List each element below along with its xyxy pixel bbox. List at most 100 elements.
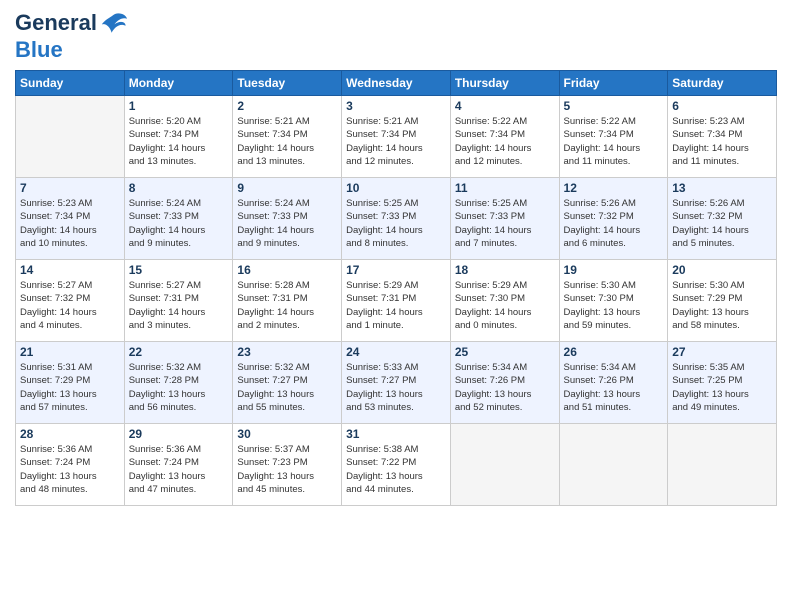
calendar-week: 21Sunrise: 5:31 AM Sunset: 7:29 PM Dayli… bbox=[16, 342, 777, 424]
calendar-cell: 15 Sunrise: 5:27 AM Sunset: 7:31 PM Dayli… bbox=[124, 260, 233, 342]
day-info: Sunrise: 5:36 AM Sunset: 7:24 PM Dayligh… bbox=[20, 443, 120, 496]
day-number: 31 bbox=[346, 427, 446, 441]
day-number: 30 bbox=[237, 427, 337, 441]
day-number: 13 bbox=[672, 181, 772, 195]
day-number: 22 bbox=[129, 345, 229, 359]
calendar-cell: 12Sunrise: 5:26 AM Sunset: 7:32 PM Dayli… bbox=[559, 178, 668, 260]
day-number: 1 bbox=[129, 99, 229, 113]
calendar-week: 1 Sunrise: 5:20 AM Sunset: 7:34 PM Daylig… bbox=[16, 96, 777, 178]
calendar-cell: 24Sunrise: 5:33 AM Sunset: 7:27 PM Dayli… bbox=[342, 342, 451, 424]
day-info: Sunrise: 5:24 AM Sunset: 7:33 PM Dayligh… bbox=[129, 197, 229, 250]
day-number: 29 bbox=[129, 427, 229, 441]
calendar-cell: 6Sunrise: 5:23 AM Sunset: 7:34 PM Daylig… bbox=[668, 96, 777, 178]
calendar-cell: 20Sunrise: 5:30 AM Sunset: 7:29 PM Dayli… bbox=[668, 260, 777, 342]
day-info: Sunrise: 5:28 AM Sunset: 7:31 PM Dayligh… bbox=[237, 279, 337, 332]
calendar-cell: 4 Sunrise: 5:22 AM Sunset: 7:34 PM Daylig… bbox=[450, 96, 559, 178]
day-number: 19 bbox=[564, 263, 664, 277]
calendar-cell bbox=[16, 96, 125, 178]
calendar-cell: 8 Sunrise: 5:24 AM Sunset: 7:33 PM Daylig… bbox=[124, 178, 233, 260]
day-number: 7 bbox=[20, 181, 120, 195]
day-number: 12 bbox=[564, 181, 664, 195]
day-number: 28 bbox=[20, 427, 120, 441]
calendar-cell: 13 Sunrise: 5:26 AM Sunset: 7:32 PM Dayli… bbox=[668, 178, 777, 260]
calendar-cell: 27 Sunrise: 5:35 AM Sunset: 7:25 PM Dayli… bbox=[668, 342, 777, 424]
calendar-cell: 22 Sunrise: 5:32 AM Sunset: 7:28 PM Dayli… bbox=[124, 342, 233, 424]
day-info: Sunrise: 5:22 AM Sunset: 7:34 PM Dayligh… bbox=[455, 115, 555, 168]
weekday-header: Friday bbox=[559, 71, 668, 96]
calendar-cell: 29 Sunrise: 5:36 AM Sunset: 7:24 PM Dayli… bbox=[124, 424, 233, 506]
day-info: Sunrise: 5:29 AM Sunset: 7:31 PM Dayligh… bbox=[346, 279, 446, 332]
calendar-cell bbox=[668, 424, 777, 506]
weekday-header: Sunday bbox=[16, 71, 125, 96]
day-number: 11 bbox=[455, 181, 555, 195]
calendar-cell: 16 Sunrise: 5:28 AM Sunset: 7:31 PM Dayli… bbox=[233, 260, 342, 342]
day-info: Sunrise: 5:26 AM Sunset: 7:32 PM Dayligh… bbox=[672, 197, 772, 250]
day-info: Sunrise: 5:22 AM Sunset: 7:34 PM Dayligh… bbox=[564, 115, 664, 168]
day-number: 24 bbox=[346, 345, 446, 359]
day-info: Sunrise: 5:35 AM Sunset: 7:25 PM Dayligh… bbox=[672, 361, 772, 414]
day-info: Sunrise: 5:27 AM Sunset: 7:32 PM Dayligh… bbox=[20, 279, 120, 332]
day-number: 27 bbox=[672, 345, 772, 359]
header: General Blue bbox=[15, 10, 777, 62]
calendar-cell: 30 Sunrise: 5:37 AM Sunset: 7:23 PM Dayli… bbox=[233, 424, 342, 506]
day-number: 23 bbox=[237, 345, 337, 359]
day-info: Sunrise: 5:27 AM Sunset: 7:31 PM Dayligh… bbox=[129, 279, 229, 332]
day-info: Sunrise: 5:23 AM Sunset: 7:34 PM Dayligh… bbox=[20, 197, 120, 250]
day-info: Sunrise: 5:24 AM Sunset: 7:33 PM Dayligh… bbox=[237, 197, 337, 250]
weekday-header: Monday bbox=[124, 71, 233, 96]
calendar-cell: 9 Sunrise: 5:24 AM Sunset: 7:33 PM Daylig… bbox=[233, 178, 342, 260]
calendar-week: 28 Sunrise: 5:36 AM Sunset: 7:24 PM Dayli… bbox=[16, 424, 777, 506]
day-number: 9 bbox=[237, 181, 337, 195]
logo: General Blue bbox=[15, 10, 129, 62]
day-info: Sunrise: 5:30 AM Sunset: 7:29 PM Dayligh… bbox=[672, 279, 772, 332]
day-info: Sunrise: 5:31 AM Sunset: 7:29 PM Dayligh… bbox=[20, 361, 120, 414]
calendar-cell: 18Sunrise: 5:29 AM Sunset: 7:30 PM Dayli… bbox=[450, 260, 559, 342]
day-number: 15 bbox=[129, 263, 229, 277]
day-info: Sunrise: 5:20 AM Sunset: 7:34 PM Dayligh… bbox=[129, 115, 229, 168]
calendar-cell: 26Sunrise: 5:34 AM Sunset: 7:26 PM Dayli… bbox=[559, 342, 668, 424]
day-number: 3 bbox=[346, 99, 446, 113]
calendar-week: 14 Sunrise: 5:27 AM Sunset: 7:32 PM Dayli… bbox=[16, 260, 777, 342]
day-info: Sunrise: 5:38 AM Sunset: 7:22 PM Dayligh… bbox=[346, 443, 446, 496]
weekday-header: Saturday bbox=[668, 71, 777, 96]
day-info: Sunrise: 5:37 AM Sunset: 7:23 PM Dayligh… bbox=[237, 443, 337, 496]
calendar-cell: 21Sunrise: 5:31 AM Sunset: 7:29 PM Dayli… bbox=[16, 342, 125, 424]
calendar-cell: 25Sunrise: 5:34 AM Sunset: 7:26 PM Dayli… bbox=[450, 342, 559, 424]
page-container: General Blue SundayMondayTuesdayWednesda… bbox=[0, 0, 792, 516]
calendar-cell: 5 Sunrise: 5:22 AM Sunset: 7:34 PM Daylig… bbox=[559, 96, 668, 178]
day-info: Sunrise: 5:36 AM Sunset: 7:24 PM Dayligh… bbox=[129, 443, 229, 496]
day-number: 10 bbox=[346, 181, 446, 195]
day-info: Sunrise: 5:25 AM Sunset: 7:33 PM Dayligh… bbox=[346, 197, 446, 250]
day-number: 5 bbox=[564, 99, 664, 113]
calendar-cell: 3 Sunrise: 5:21 AM Sunset: 7:34 PM Daylig… bbox=[342, 96, 451, 178]
day-info: Sunrise: 5:21 AM Sunset: 7:34 PM Dayligh… bbox=[346, 115, 446, 168]
day-number: 25 bbox=[455, 345, 555, 359]
weekday-header: Thursday bbox=[450, 71, 559, 96]
calendar-cell: 11 Sunrise: 5:25 AM Sunset: 7:33 PM Dayli… bbox=[450, 178, 559, 260]
calendar-cell: 14 Sunrise: 5:27 AM Sunset: 7:32 PM Dayli… bbox=[16, 260, 125, 342]
calendar-cell: 17 Sunrise: 5:29 AM Sunset: 7:31 PM Dayli… bbox=[342, 260, 451, 342]
day-number: 8 bbox=[129, 181, 229, 195]
day-number: 16 bbox=[237, 263, 337, 277]
day-number: 6 bbox=[672, 99, 772, 113]
calendar-cell: 2Sunrise: 5:21 AM Sunset: 7:34 PM Daylig… bbox=[233, 96, 342, 178]
day-number: 14 bbox=[20, 263, 120, 277]
logo-text: General Blue bbox=[15, 10, 129, 62]
calendar-cell bbox=[450, 424, 559, 506]
header-row: SundayMondayTuesdayWednesdayThursdayFrid… bbox=[16, 71, 777, 96]
calendar-cell: 7 Sunrise: 5:23 AM Sunset: 7:34 PM Daylig… bbox=[16, 178, 125, 260]
calendar-cell: 19 Sunrise: 5:30 AM Sunset: 7:30 PM Dayli… bbox=[559, 260, 668, 342]
day-info: Sunrise: 5:21 AM Sunset: 7:34 PM Dayligh… bbox=[237, 115, 337, 168]
calendar-cell: 28 Sunrise: 5:36 AM Sunset: 7:24 PM Dayli… bbox=[16, 424, 125, 506]
weekday-header: Wednesday bbox=[342, 71, 451, 96]
day-info: Sunrise: 5:25 AM Sunset: 7:33 PM Dayligh… bbox=[455, 197, 555, 250]
day-info: Sunrise: 5:30 AM Sunset: 7:30 PM Dayligh… bbox=[564, 279, 664, 332]
day-number: 17 bbox=[346, 263, 446, 277]
day-number: 4 bbox=[455, 99, 555, 113]
day-info: Sunrise: 5:32 AM Sunset: 7:27 PM Dayligh… bbox=[237, 361, 337, 414]
calendar-table: SundayMondayTuesdayWednesdayThursdayFrid… bbox=[15, 70, 777, 506]
day-number: 18 bbox=[455, 263, 555, 277]
calendar-week: 7 Sunrise: 5:23 AM Sunset: 7:34 PM Daylig… bbox=[16, 178, 777, 260]
day-info: Sunrise: 5:32 AM Sunset: 7:28 PM Dayligh… bbox=[129, 361, 229, 414]
calendar-cell: 10 Sunrise: 5:25 AM Sunset: 7:33 PM Dayli… bbox=[342, 178, 451, 260]
